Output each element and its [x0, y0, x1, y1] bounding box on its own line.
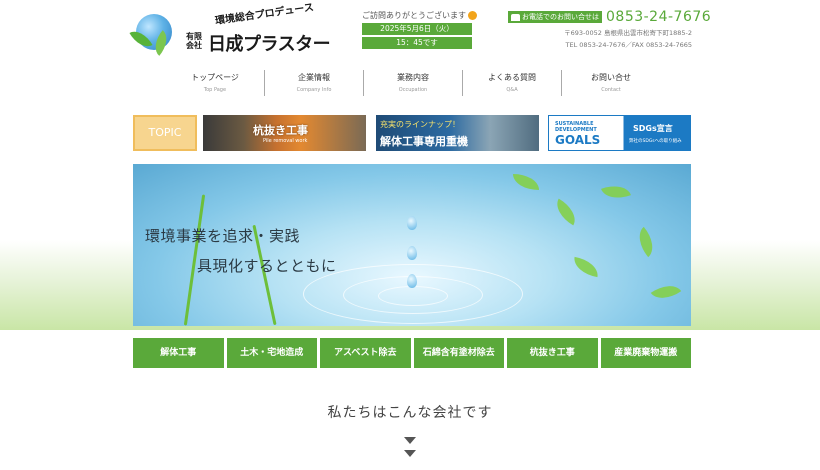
tel-label-badge: お電話でのお問い合せは [508, 11, 602, 23]
nav-item-company[interactable]: 企業情報 Company Info [265, 70, 364, 96]
company-logo[interactable]: 環境総合プロデュース 有限会社 日成プラスター [129, 2, 336, 56]
about-heading: 私たちはこんな会社です [327, 405, 493, 421]
water-drop-icon [407, 216, 417, 230]
main-nav: トップページ Top Page 企業情報 Company Info 業務内容 O… [166, 70, 660, 96]
tel-number[interactable]: 0853-24-7676 [606, 9, 711, 25]
leaf-icon [550, 198, 582, 226]
hero-text-line2: 具現化するとともに [197, 257, 337, 275]
topic-row: TOPIC 杭抜き工事 Pile removal work 充実のラインナップ！… [133, 115, 691, 151]
nav-item-occupation[interactable]: 業務内容 Occupation [364, 70, 463, 96]
leaf-icon [631, 226, 661, 258]
arrow-down-icon [404, 437, 416, 444]
topic-label: TOPIC [133, 115, 197, 151]
page: 環境総合プロデュース 有限会社 日成プラスター ご訪問ありがとうございます 20… [0, 0, 820, 470]
service-waste-transport-button[interactable]: 産業廃棄物運搬 [600, 338, 691, 368]
banner-sdgs[interactable]: SUSTAINABLE DEVELOPMENT GOALS SDGs宣言 弊社の… [548, 115, 691, 151]
smile-icon [468, 11, 477, 20]
service-buttons: 解体工事 土木・宅地造成 アスベスト除去 石綿含有塗材除去 杭抜き工事 産業廃棄… [133, 338, 691, 368]
nav-item-faq[interactable]: よくある質問 Q&A [463, 70, 562, 96]
visit-time: 15：45です [362, 37, 472, 49]
leaf-icon [571, 256, 601, 278]
service-asbestos-coating-button[interactable]: 石綿含有塗材除去 [413, 338, 504, 368]
banner-pile-removal[interactable]: 杭抜き工事 Pile removal work [203, 115, 366, 151]
hero-text-line1: 環境事業を追求・実践 [145, 227, 301, 245]
nav-item-contact[interactable]: お問い合せ Contact [562, 70, 660, 96]
contact-info: お電話でのお問い合せは 0853-24-7676 〒693-0052 島根県出雲… [508, 9, 711, 49]
service-demolition-button[interactable]: 解体工事 [133, 338, 224, 368]
leaf-icon [601, 180, 631, 204]
service-civil-engineering-button[interactable]: 土木・宅地造成 [226, 338, 317, 368]
hero-image: 環境事業を追求・実践 具現化するとともに [133, 164, 691, 326]
visit-widget: ご訪問ありがとうございます 2025年5月6日（火） 15：45です [362, 10, 477, 49]
tel-fax: TEL 0853-24-7676／FAX 0853-24-7665 [565, 41, 692, 49]
leaf-icon [513, 174, 539, 190]
arrow-down-icon [404, 450, 416, 457]
service-asbestos-button[interactable]: アスベスト除去 [320, 338, 411, 368]
water-ripple [378, 286, 448, 306]
banner-demolition-machinery[interactable]: 充実のラインナップ！ 解体工事専用重機 [376, 115, 539, 151]
address: 〒693-0052 島根県出雲市松寄下町1885-2 [564, 29, 692, 37]
logo-company-type: 有限会社 [186, 32, 202, 50]
leaf-icon [650, 277, 682, 307]
nav-item-top[interactable]: トップページ Top Page [166, 70, 265, 96]
logo-company-name: 日成プラスター [208, 34, 331, 55]
visit-date: 2025年5月6日（火） [362, 23, 472, 35]
water-drop-icon [407, 246, 417, 260]
service-pile-removal-button[interactable]: 杭抜き工事 [507, 338, 598, 368]
logo-subtitle: 環境総合プロデュース [214, 2, 315, 28]
phone-icon [511, 13, 520, 21]
visit-message: ご訪問ありがとうございます [362, 10, 477, 21]
water-drop-icon [407, 274, 417, 288]
tel-row: お電話でのお問い合せは 0853-24-7676 [508, 9, 711, 25]
